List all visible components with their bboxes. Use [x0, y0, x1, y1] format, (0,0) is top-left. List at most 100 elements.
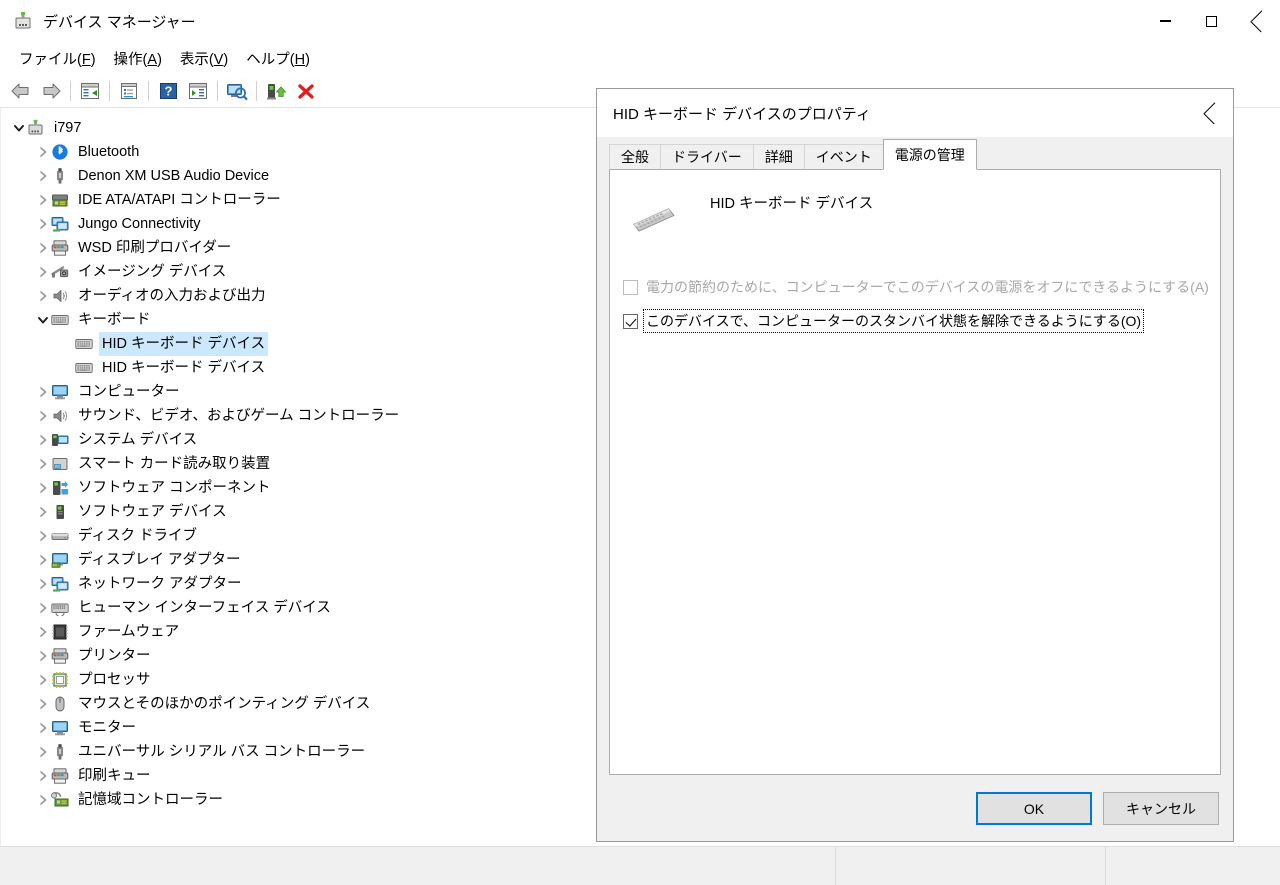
status-pane-2: [836, 847, 1106, 885]
menu-view-accel: V: [213, 52, 224, 68]
tree-item-label: Jungo Connectivity: [78, 216, 201, 232]
tree-item-label: ディスプレイ アダプター: [78, 552, 241, 568]
tree-item-label: 印刷キュー: [78, 768, 151, 784]
smart-card-reader-icon: [51, 455, 69, 473]
chevron-right-icon[interactable]: [35, 168, 51, 184]
imaging-device-icon: [51, 263, 69, 281]
dialog-titlebar: HID キーボード デバイスのプロパティ: [597, 89, 1233, 137]
menu-help[interactable]: ヘルプ(H): [237, 44, 319, 73]
uninstall-device-button[interactable]: [291, 77, 321, 105]
chevron-right-icon[interactable]: [35, 696, 51, 712]
menu-help-text: ヘルプ(: [246, 52, 295, 68]
dialog-tab[interactable]: イベント: [803, 144, 884, 169]
chevron-right-icon[interactable]: [35, 456, 51, 472]
tree-item-label: 記憶域コントローラー: [78, 792, 223, 808]
back-button[interactable]: [6, 77, 36, 105]
chevron-right-icon[interactable]: [35, 504, 51, 520]
device-name-label: HID キーボード デバイス: [710, 196, 874, 212]
firmware-icon: [51, 623, 69, 641]
chevron-right-icon[interactable]: [35, 576, 51, 592]
chevron-down-icon[interactable]: [11, 120, 27, 136]
chevron-right-icon[interactable]: [35, 624, 51, 640]
help-button[interactable]: ?: [153, 77, 183, 105]
chevron-down-icon[interactable]: [35, 312, 51, 328]
dialog-tab[interactable]: 詳細: [752, 144, 805, 169]
chevron-right-icon[interactable]: [35, 264, 51, 280]
dialog-tab[interactable]: ドライバー: [660, 144, 754, 169]
device-properties-dialog: HID キーボード デバイスのプロパティ 全般 ドライバー 詳細 イベント 電源の管理: [596, 88, 1234, 842]
tree-item-label: ユニバーサル シリアル バス コントローラー: [78, 744, 366, 760]
dialog-tab[interactable]: 全般: [609, 144, 661, 169]
chevron-right-icon[interactable]: [35, 648, 51, 664]
tree-item-label: HID キーボード デバイス: [99, 332, 269, 356]
chevron-right-icon[interactable]: [35, 792, 51, 808]
show-hide-console-tree-button[interactable]: [75, 77, 105, 105]
chevron-right-icon[interactable]: [35, 432, 51, 448]
usb-icon: [51, 743, 69, 761]
printer-icon: [51, 647, 69, 665]
tree-item-label: Bluetooth: [78, 144, 140, 160]
dialog-tab[interactable]: 電源の管理: [882, 139, 977, 170]
usb-icon: [51, 167, 69, 185]
update-driver-button[interactable]: [183, 77, 213, 105]
keyboard-icon: [75, 359, 93, 377]
chevron-right-icon[interactable]: [35, 144, 51, 160]
power-save-checkbox-label: 電力の節約のために、コンピューターでこのデバイスの電源をオフにできるようにする(…: [646, 279, 1209, 295]
power-management-tab-page: HID キーボード デバイス 電力の節約のために、コンピューターでこのデバイスの…: [609, 169, 1221, 775]
chevron-right-icon[interactable]: [35, 288, 51, 304]
scan-hardware-changes-button[interactable]: [222, 77, 252, 105]
ok-button[interactable]: OK: [976, 792, 1092, 825]
chevron-right-icon[interactable]: [35, 192, 51, 208]
tree-item-label: Denon XM USB Audio Device: [78, 168, 270, 184]
maximize-button[interactable]: [1188, 0, 1234, 42]
processor-icon: [51, 671, 69, 689]
monitor-icon: [51, 719, 69, 737]
chevron-right-icon[interactable]: [35, 720, 51, 736]
chevron-right-icon[interactable]: [35, 528, 51, 544]
cancel-button[interactable]: キャンセル: [1103, 792, 1219, 825]
chevron-right-icon[interactable]: [35, 216, 51, 232]
power-save-checkbox-row[interactable]: 電力の節約のために、コンピューターでこのデバイスの電源をオフにできるようにする(…: [610, 274, 1220, 300]
menu-file[interactable]: ファイル(F): [10, 44, 105, 73]
chevron-right-icon[interactable]: [35, 408, 51, 424]
status-pane-1: [0, 847, 836, 885]
window-titlebar: デバイス マネージャー: [0, 0, 1280, 42]
forward-button[interactable]: [36, 77, 66, 105]
tree-item-label: キーボード: [78, 312, 151, 328]
enable-device-button[interactable]: [261, 77, 291, 105]
menu-file-tail: ): [90, 52, 96, 68]
chevron-right-icon[interactable]: [35, 768, 51, 784]
wake-computer-checkbox-row[interactable]: このデバイスで、コンピューターのスタンバイ状態を解除できるようにする(O): [610, 308, 1220, 334]
scan-hardware-changes-icon: [227, 83, 248, 100]
dialog-button-row: OK キャンセル: [976, 792, 1219, 825]
monitor-icon: [51, 383, 69, 401]
chevron-right-icon[interactable]: [35, 240, 51, 256]
chevron-right-icon[interactable]: [35, 552, 51, 568]
tree-item-label: スマート カード読み取り装置: [78, 456, 271, 472]
wake-computer-checkbox-label: このデバイスで、コンピューターのスタンバイ状態を解除できるようにする(O): [642, 309, 1145, 333]
chevron-right-icon[interactable]: [35, 672, 51, 688]
chevron-right-icon[interactable]: [35, 384, 51, 400]
menu-action[interactable]: 操作(A): [105, 44, 171, 73]
menu-view[interactable]: 表示(V): [171, 44, 237, 73]
tree-item-label: WSD 印刷プロバイダー: [78, 240, 232, 256]
help-icon: ?: [159, 83, 177, 99]
chevron-right-icon[interactable]: [35, 600, 51, 616]
tree-item-label: HID キーボード デバイス: [102, 360, 266, 376]
tree-item-label: ディスク ドライブ: [78, 528, 198, 544]
ide-controller-icon: [51, 191, 69, 209]
wake-computer-checkbox[interactable]: [623, 313, 638, 329]
svg-text:?: ?: [164, 84, 172, 99]
dialog-close-button[interactable]: [1187, 90, 1233, 137]
printer-icon: [51, 239, 69, 257]
chevron-right-icon[interactable]: [35, 480, 51, 496]
menu-action-accel: A: [147, 52, 158, 68]
minimize-button[interactable]: [1142, 0, 1188, 42]
minimize-icon: [1159, 20, 1171, 22]
properties-button[interactable]: [114, 77, 144, 105]
toolbar-separator: [148, 81, 149, 101]
chevron-right-icon[interactable]: [35, 744, 51, 760]
close-button[interactable]: [1234, 0, 1280, 42]
tree-item-label: ソフトウェア コンポーネント: [78, 480, 271, 496]
tree-item-label: ファームウェア: [78, 624, 180, 640]
